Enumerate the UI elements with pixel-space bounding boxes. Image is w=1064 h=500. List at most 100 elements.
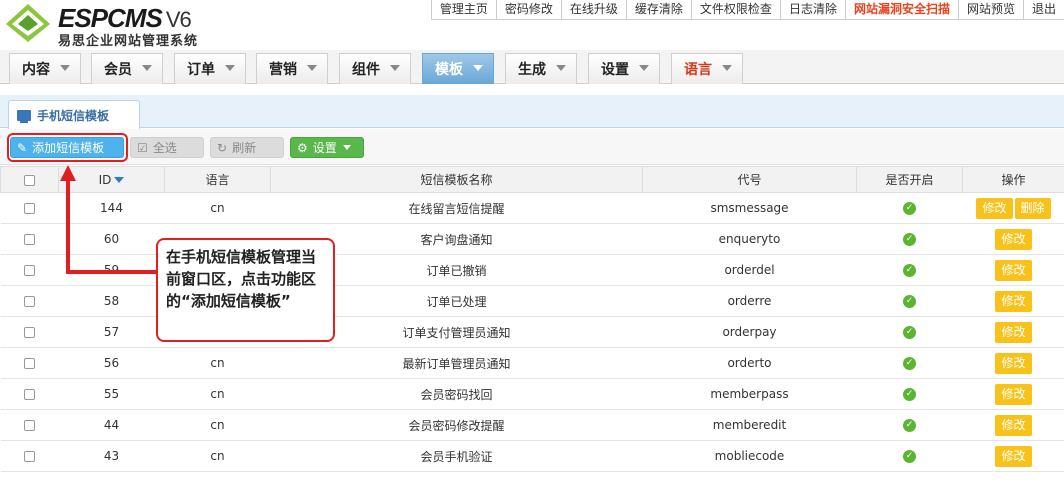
espcms-logo-icon: [6, 4, 50, 42]
cell-id: 56: [58, 347, 165, 379]
cell-code: mobliecode: [642, 440, 857, 472]
top-link[interactable]: 在线升级: [560, 0, 626, 20]
cell-enabled: ✓: [856, 378, 963, 410]
row-checkbox[interactable]: [24, 265, 35, 276]
check-circle-icon[interactable]: ✓: [903, 295, 916, 308]
cell-lang: cn: [164, 440, 271, 472]
tab-sms-templates[interactable]: 手机短信模板: [8, 100, 140, 129]
row-checkbox-cell: [0, 378, 59, 410]
nav-tab-label: 设置: [601, 62, 629, 78]
row-checkbox[interactable]: [24, 234, 35, 245]
edit-button[interactable]: 修改: [995, 290, 1032, 312]
chevron-down-icon: [639, 65, 649, 71]
check-circle-icon[interactable]: ✓: [903, 264, 916, 277]
edit-button[interactable]: 修改: [976, 197, 1013, 219]
row-checkbox-cell: [0, 347, 59, 379]
cell-enabled: ✓: [856, 409, 963, 441]
row-checkbox[interactable]: [24, 389, 35, 400]
table-row: 43 cn 会员手机验证 mobliecode ✓ 修改: [0, 440, 1064, 472]
select-all-checkbox[interactable]: [24, 174, 35, 186]
toolbar: ✎ 添加短信模板 ☑ 全选 ↻ 刷新 ⚙ 设置: [0, 129, 1064, 165]
nav-tab[interactable]: 设置: [588, 53, 660, 84]
check-circle-icon[interactable]: ✓: [903, 326, 916, 339]
nav-tab[interactable]: 营销: [256, 53, 328, 84]
nav-tab[interactable]: 模板: [422, 53, 494, 84]
settings-button[interactable]: ⚙ 设置: [290, 137, 364, 158]
cell-code: smsmessage: [642, 192, 857, 224]
row-checkbox-cell: [0, 254, 59, 286]
edit-button[interactable]: 修改: [995, 228, 1032, 250]
row-checkbox[interactable]: [24, 451, 35, 462]
chevron-down-icon: [722, 65, 732, 71]
check-circle-icon[interactable]: ✓: [903, 233, 916, 246]
monitor-icon: [17, 109, 31, 123]
cell-id: 43: [58, 440, 165, 472]
brand-subtitle: 易思企业网站管理系统: [58, 34, 199, 49]
header-actions: 操作: [962, 166, 1064, 193]
cell-enabled: ✓: [856, 254, 963, 286]
cell-code: orderpay: [642, 316, 857, 348]
cell-code: orderto: [642, 347, 857, 379]
edit-button[interactable]: 修改: [995, 352, 1032, 374]
cell-id: 55: [58, 378, 165, 410]
nav-tab[interactable]: 内容: [9, 53, 81, 84]
chevron-down-icon: [225, 65, 235, 71]
brand-version: V6: [165, 7, 192, 32]
nav-tab[interactable]: 语言: [671, 53, 743, 84]
top-link[interactable]: 网站预览: [957, 0, 1023, 20]
edit-button[interactable]: 修改: [995, 414, 1032, 436]
top-link[interactable]: 退出: [1022, 0, 1064, 20]
refresh-button[interactable]: ↻ 刷新: [210, 137, 284, 158]
check-circle-icon[interactable]: ✓: [903, 419, 916, 432]
check-circle-icon[interactable]: ✓: [903, 357, 916, 370]
top-link[interactable]: 管理主页: [430, 0, 496, 20]
check-circle-icon[interactable]: ✓: [903, 388, 916, 401]
annotation-callout: 在手机短信模板管理当前窗口区，点击功能区的“添加短信模板”: [156, 238, 335, 342]
delete-button[interactable]: 删除: [1014, 197, 1051, 219]
check-circle-icon[interactable]: ✓: [903, 202, 916, 215]
header-enabled: 是否开启: [856, 166, 963, 193]
nav-tab-label: 组件: [352, 62, 380, 78]
edit-button[interactable]: 修改: [995, 259, 1032, 281]
select-all-button[interactable]: ☑ 全选: [130, 137, 204, 158]
edit-button[interactable]: 修改: [995, 445, 1032, 467]
cell-actions: 修改: [962, 347, 1064, 379]
nav-tab-label: 生成: [518, 62, 546, 78]
cell-name: 最新订单管理员通知: [270, 347, 643, 379]
top-link[interactable]: 密码修改: [495, 0, 561, 20]
cell-code: memberedit: [642, 409, 857, 441]
chevron-down-icon: [390, 65, 400, 71]
header-id-label: ID: [98, 172, 112, 187]
row-checkbox-cell: [0, 409, 59, 441]
top-link[interactable]: 网站漏洞安全扫描: [844, 0, 958, 20]
row-checkbox[interactable]: [24, 358, 35, 369]
header-code: 代号: [642, 166, 857, 193]
row-checkbox[interactable]: [24, 420, 35, 431]
cell-actions: 修改 删除: [962, 192, 1064, 224]
table-row: 55 cn 会员密码找回 memberpass ✓ 修改: [0, 378, 1064, 410]
top-link[interactable]: 文件权限检查: [690, 0, 780, 20]
check-circle-icon[interactable]: ✓: [903, 450, 916, 463]
nav-tab[interactable]: 组件: [339, 53, 411, 84]
row-checkbox[interactable]: [24, 327, 35, 338]
nav-tab-label: 模板: [435, 62, 463, 78]
nav-tab[interactable]: 订单: [174, 53, 246, 84]
nav-tab[interactable]: 生成: [505, 53, 577, 84]
chevron-down-icon: [473, 65, 483, 71]
panel-tab-bar: 手机短信模板: [0, 95, 1064, 129]
row-checkbox[interactable]: [24, 203, 35, 214]
cell-id: 58: [58, 285, 165, 317]
cell-lang: cn: [164, 347, 271, 379]
top-link[interactable]: 缓存清除: [625, 0, 691, 20]
chevron-down-icon: [342, 145, 351, 150]
cell-actions: 修改: [962, 316, 1064, 348]
cell-enabled: ✓: [856, 223, 963, 255]
cell-id: 144: [58, 192, 165, 224]
row-checkbox[interactable]: [24, 296, 35, 307]
cell-actions: 修改: [962, 409, 1064, 441]
edit-button[interactable]: 修改: [995, 321, 1032, 343]
edit-button[interactable]: 修改: [995, 383, 1032, 405]
top-link[interactable]: 日志清除: [779, 0, 845, 20]
nav-tab[interactable]: 会员: [91, 53, 163, 84]
cell-name: 会员密码找回: [270, 378, 643, 410]
